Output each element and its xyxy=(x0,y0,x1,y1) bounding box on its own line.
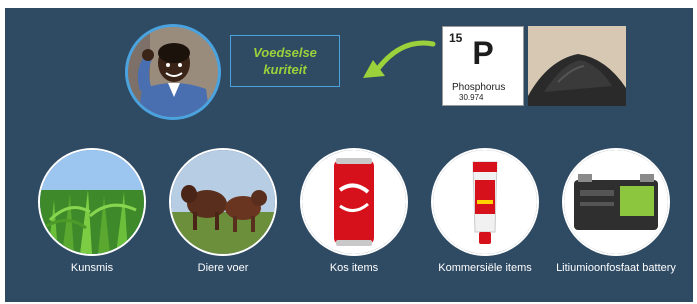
fertilizer-image xyxy=(38,148,146,256)
label-battery: Litiumioonfosfaat battery xyxy=(556,262,676,274)
label-food-items: Kos items xyxy=(329,262,379,274)
corn-field-icon xyxy=(40,150,144,254)
food-items-image xyxy=(300,148,408,256)
food-security-box: Voedselse kuriteit xyxy=(230,35,340,87)
battery-image xyxy=(562,148,670,256)
element-name: Phosphorus xyxy=(452,82,506,93)
label-animal-feed: Diere voer xyxy=(197,262,249,274)
battery-icon xyxy=(564,150,668,254)
food-security-label: Voedselse kuriteit xyxy=(253,45,317,77)
toothpaste-icon xyxy=(433,150,537,254)
label-commercial-items: Kommersiële items xyxy=(438,262,532,274)
element-symbol: P xyxy=(472,35,494,71)
commercial-items-image xyxy=(431,148,539,256)
curved-arrow-icon xyxy=(363,40,436,78)
phosphorus-powder-photo xyxy=(528,26,626,106)
slide: Voedselse kuriteit 15 P Phosphorus 30.97… xyxy=(5,8,693,302)
soda-can-icon xyxy=(302,150,406,254)
cattle-icon xyxy=(171,150,275,254)
atomic-mass: 30.974 xyxy=(459,93,484,102)
child-photo xyxy=(125,24,221,120)
animal-feed-image xyxy=(169,148,277,256)
phosphorus-element-tile: 15 P Phosphorus 30.974 xyxy=(442,26,524,106)
label-fertilizer: Kunsmis xyxy=(70,262,114,274)
